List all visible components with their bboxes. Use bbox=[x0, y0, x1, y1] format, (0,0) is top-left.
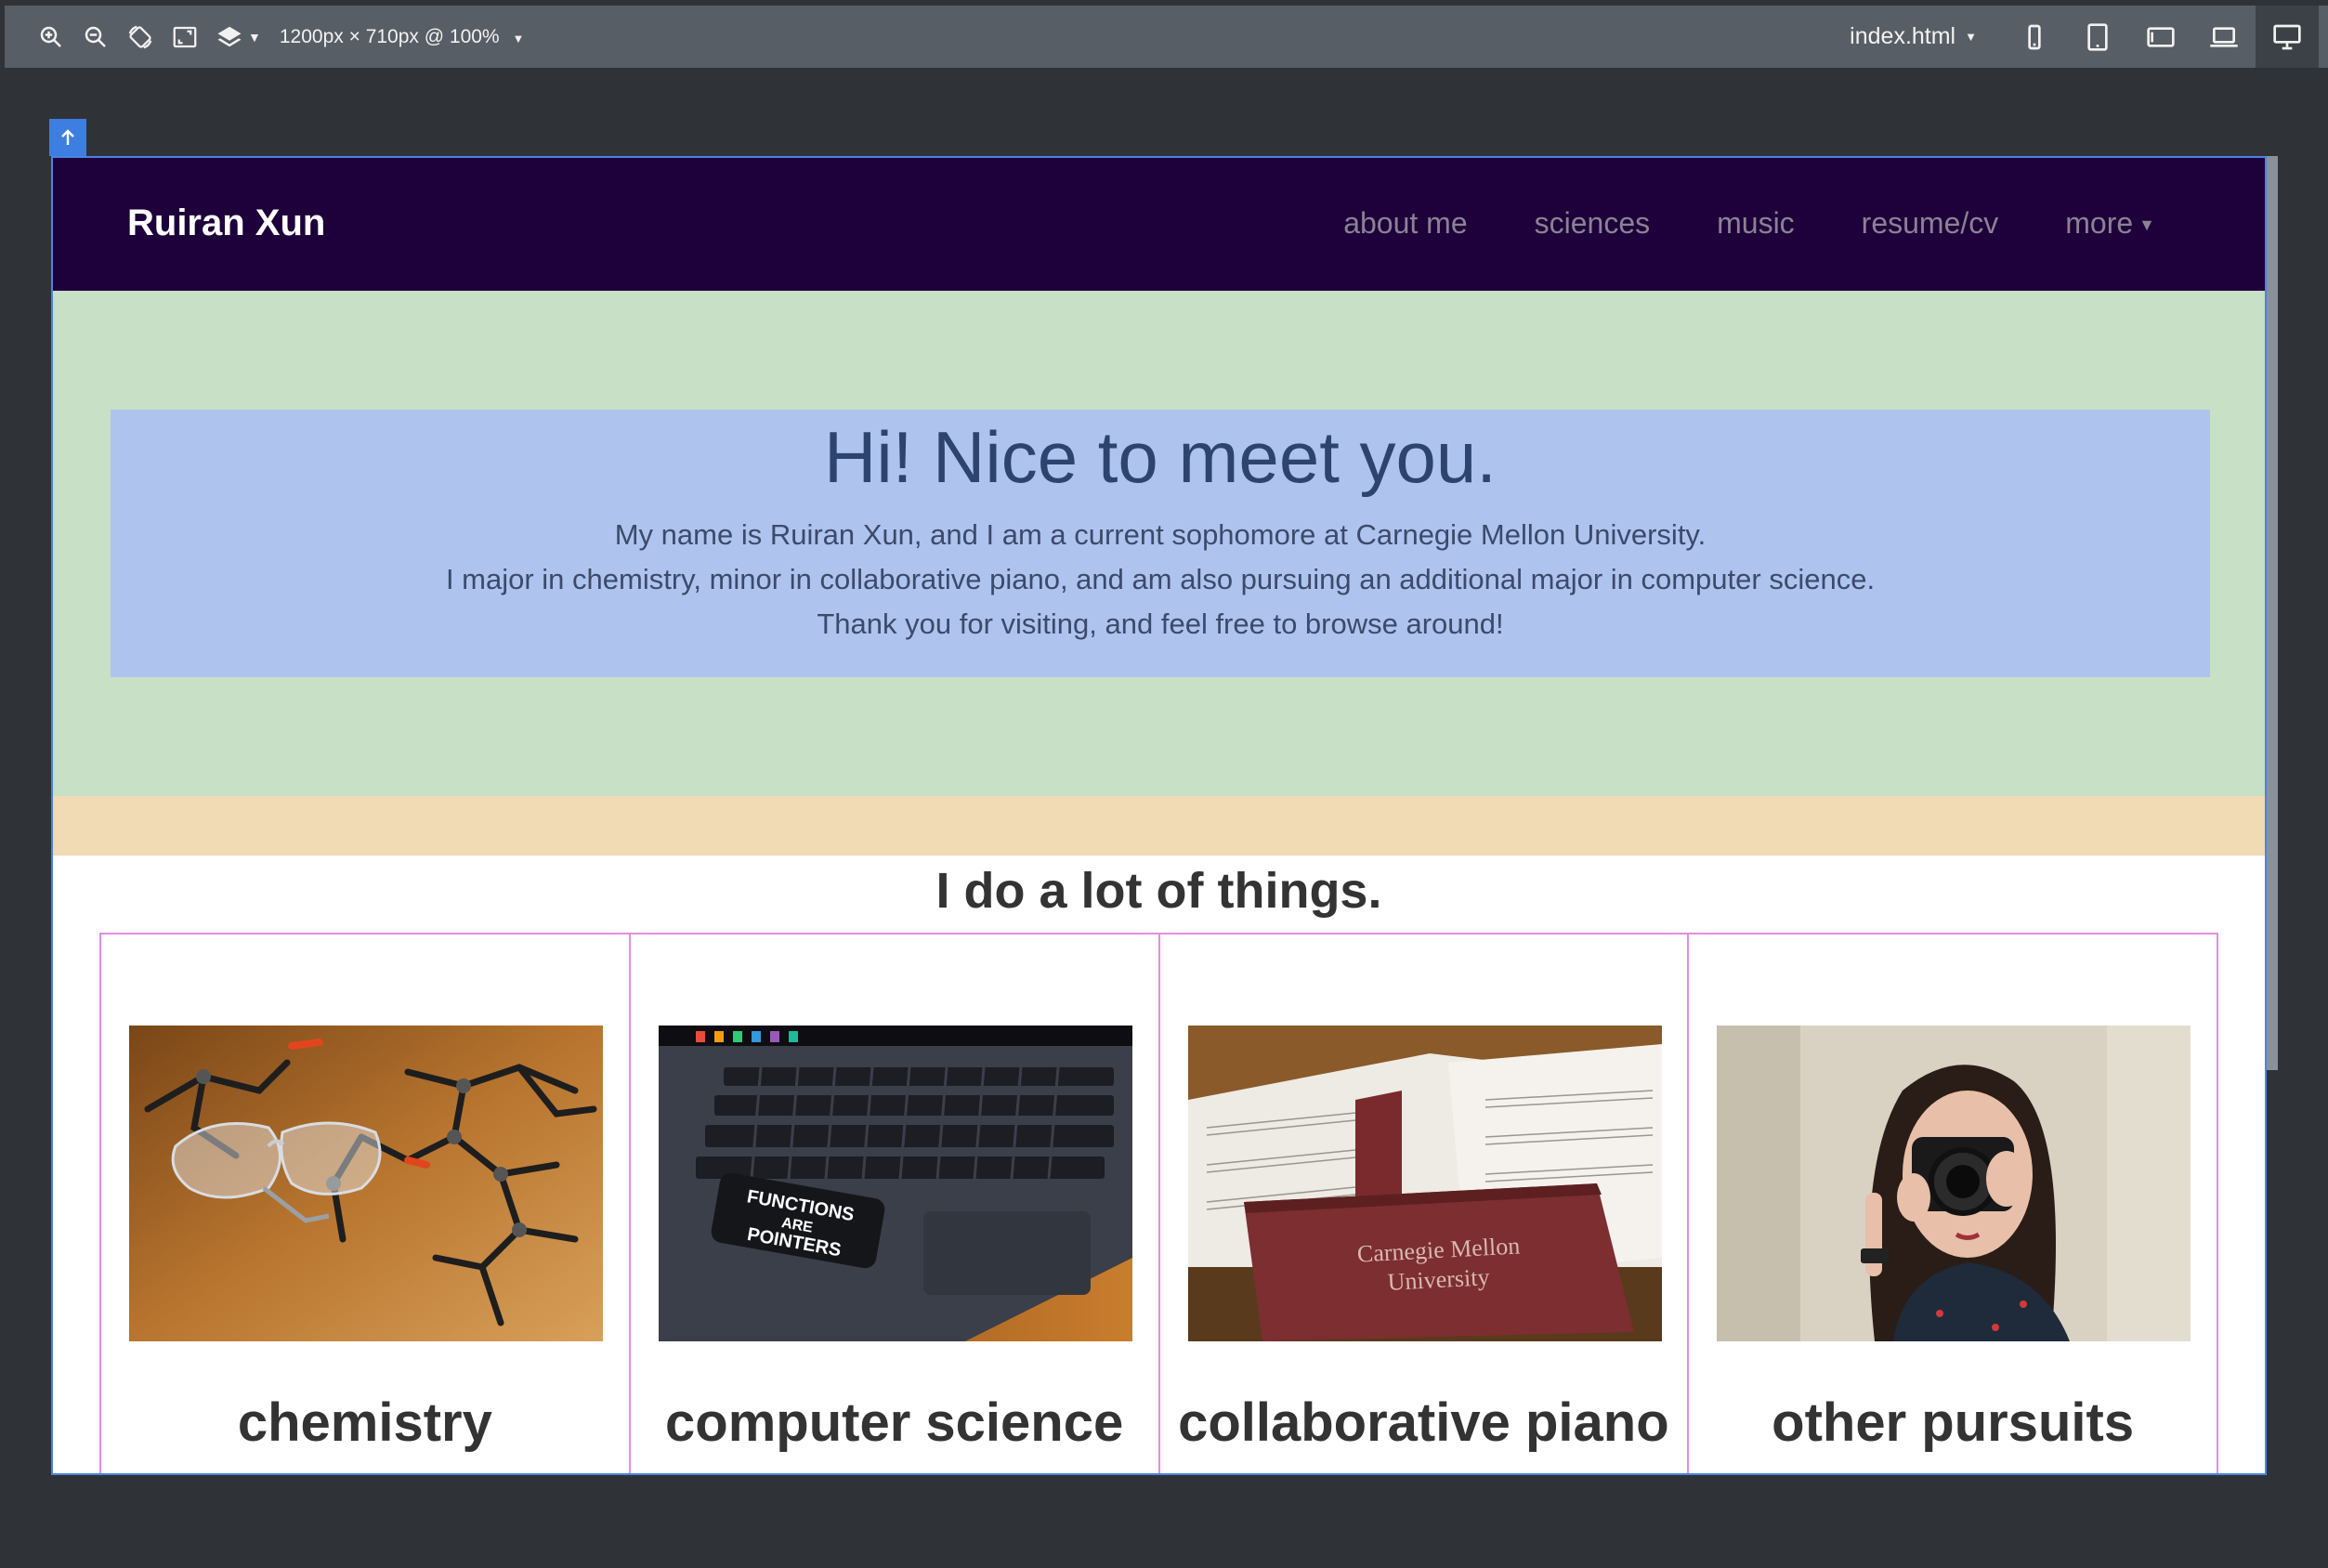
other-pursuits-photo bbox=[1717, 1026, 2191, 1341]
zoom-in-icon[interactable] bbox=[29, 15, 73, 59]
screenshot-icon[interactable] bbox=[163, 15, 207, 59]
hero-line: Thank you for visiting, and feel free to… bbox=[817, 608, 1504, 640]
tablet-landscape-icon[interactable] bbox=[2129, 6, 2192, 68]
nav-link-resume-cv[interactable]: resume/cv bbox=[1862, 206, 1999, 241]
toolbar-right-group: index.html ▼ bbox=[1850, 6, 2319, 68]
file-select-label: index.html bbox=[1850, 23, 1956, 49]
page-canvas: Ruiran Xun about me sciences music resum… bbox=[51, 156, 2267, 1475]
collaborative-piano-photo: Carnegie Mellon University bbox=[1187, 1026, 1662, 1341]
svg-text:University: University bbox=[1386, 1263, 1489, 1296]
chevron-down-icon: ▼ bbox=[1965, 30, 1977, 44]
layers-caret-icon[interactable]: ▼ bbox=[248, 30, 261, 45]
zoom-out-icon[interactable] bbox=[73, 15, 118, 59]
canvas-scrollbar[interactable] bbox=[2267, 156, 2278, 1070]
hero-section: Hi! Nice to meet you. My name is Ruiran … bbox=[53, 291, 2265, 796]
card-title: other pursuits bbox=[1772, 1392, 2135, 1453]
nav-dropdown-label: more bbox=[2065, 206, 2134, 240]
nav-links: about me sciences music resume/cv more ▼ bbox=[1343, 206, 2155, 241]
caret-down-icon: ▼ bbox=[2138, 216, 2155, 235]
select-parent-button[interactable] bbox=[49, 119, 86, 156]
divider-stripe bbox=[53, 796, 2265, 856]
nav-link-sciences[interactable]: sciences bbox=[1535, 206, 1651, 241]
activity-cards: chemistry FUNCTIONS ARE POINTERS compute… bbox=[99, 933, 2218, 1473]
computer-science-photo: FUNCTIONS ARE POINTERS bbox=[658, 1026, 1132, 1341]
card-title: collaborative piano bbox=[1178, 1392, 1669, 1453]
card-other-pursuits[interactable]: other pursuits bbox=[1687, 933, 2218, 1473]
hero-text: My name is Ruiran Xun, and I am a curren… bbox=[111, 513, 2210, 647]
file-select[interactable]: index.html ▼ bbox=[1850, 23, 1977, 50]
card-computer-science[interactable]: FUNCTIONS ARE POINTERS computer science bbox=[628, 933, 1158, 1473]
editor-toolbar: ▼ 1200px × 710px @ 100% ▼ index.html ▼ bbox=[5, 6, 2328, 68]
hero-title: Hi! Nice to meet you. bbox=[824, 416, 1497, 498]
tablet-portrait-icon[interactable] bbox=[2066, 6, 2129, 68]
laptop-icon[interactable] bbox=[2192, 6, 2256, 68]
rotate-icon[interactable] bbox=[118, 15, 163, 59]
desktop-icon[interactable] bbox=[2256, 6, 2319, 68]
phone-icon[interactable] bbox=[2003, 6, 2066, 68]
nav-link-about-me[interactable]: about me bbox=[1343, 206, 1467, 241]
nav-link-music[interactable]: music bbox=[1717, 206, 1795, 241]
toolbar-left-group: ▼ 1200px × 710px @ 100% ▼ bbox=[29, 15, 524, 59]
chemistry-photo bbox=[129, 1026, 603, 1341]
card-collaborative-piano[interactable]: Carnegie Mellon University collaborative… bbox=[1157, 933, 1688, 1473]
card-title: computer science bbox=[665, 1392, 1124, 1453]
card-title: chemistry bbox=[237, 1392, 492, 1453]
layers-icon[interactable] bbox=[207, 15, 252, 59]
arrow-up-icon bbox=[61, 129, 74, 145]
nav-dropdown-more[interactable]: more ▼ bbox=[2065, 206, 2155, 241]
hero-line: I major in chemistry, minor in collabora… bbox=[445, 563, 1876, 595]
section-title: I do a lot of things. bbox=[935, 863, 1382, 919]
jumbotron: Hi! Nice to meet you. My name is Ruiran … bbox=[111, 410, 2210, 677]
card-chemistry[interactable]: chemistry bbox=[99, 933, 629, 1473]
viewport-size-select[interactable]: 1200px × 710px @ 100% ▼ bbox=[280, 26, 524, 48]
site-brand[interactable]: Ruiran Xun bbox=[127, 203, 325, 244]
hero-line: My name is Ruiran Xun, and I am a curren… bbox=[614, 518, 1707, 551]
site-navbar: Ruiran Xun about me sciences music resum… bbox=[53, 158, 2265, 291]
viewport-size-label: 1200px × 710px @ 100% bbox=[279, 25, 500, 47]
chevron-down-icon: ▼ bbox=[512, 31, 525, 46]
